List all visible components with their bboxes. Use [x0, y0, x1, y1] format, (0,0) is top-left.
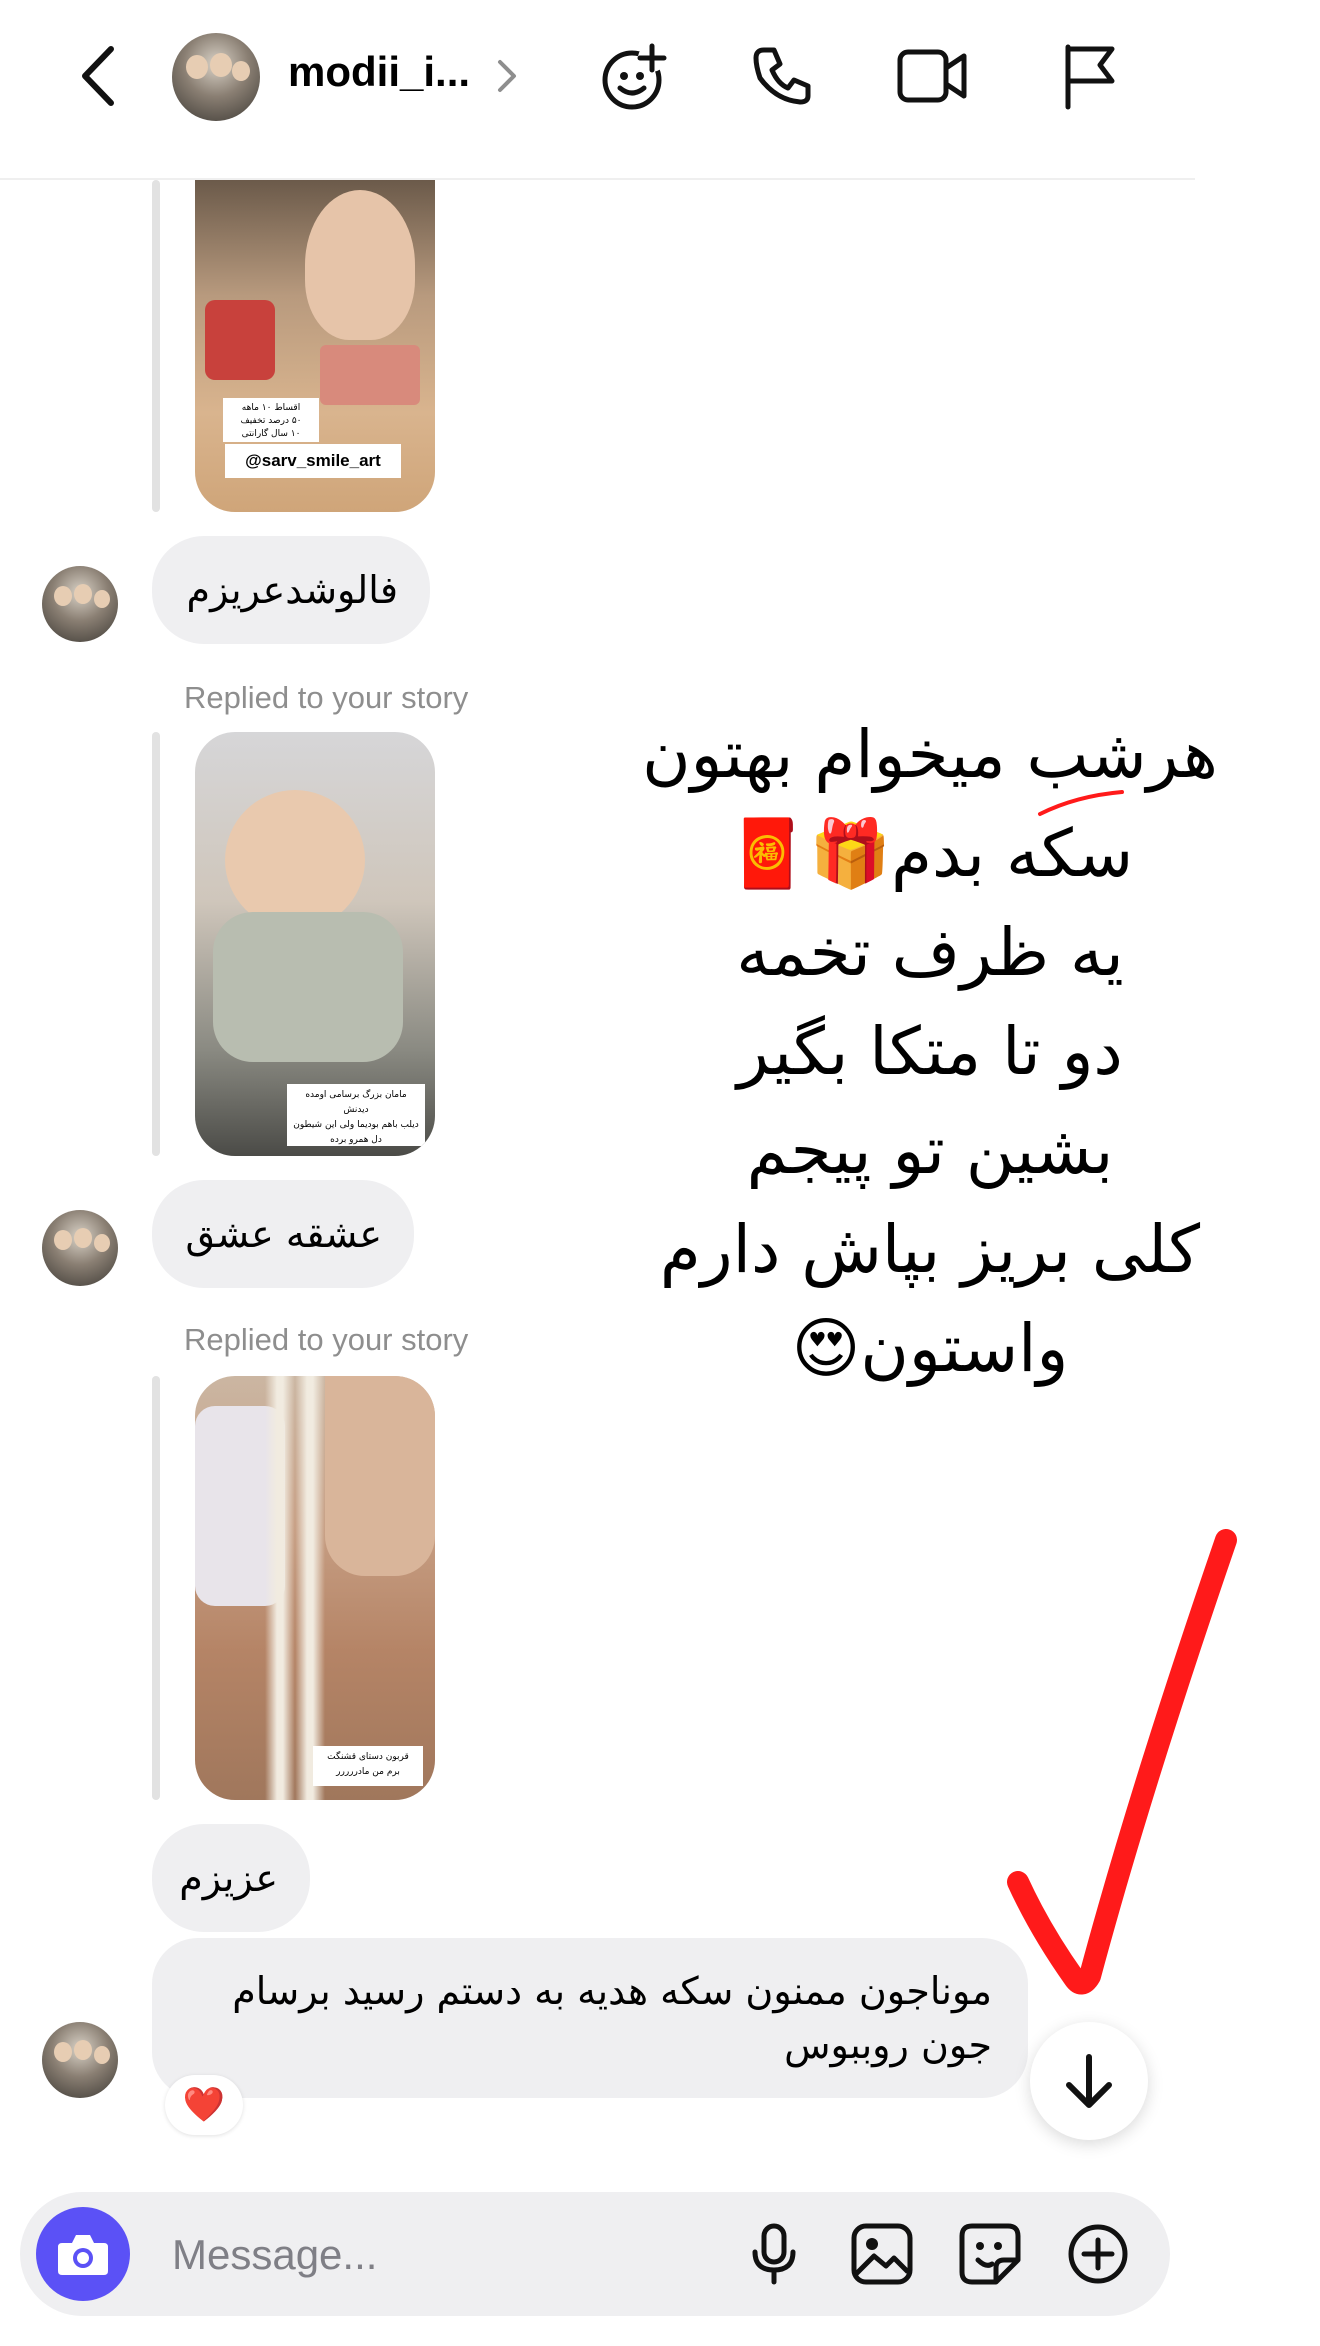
overlay-line: هرشب میخوام بهتون [642, 716, 1218, 793]
back-arrow-icon [82, 46, 114, 106]
sticker-icon [959, 2223, 1021, 2285]
replied-label: Replied to your story [184, 680, 469, 715]
caption-line: دیلب باهم بودیما ولی این شیطون [293, 1120, 419, 1130]
voice-call-button[interactable] [744, 38, 820, 114]
story-baby-face [225, 790, 365, 930]
chat-header: modii_i... [0, 0, 1195, 180]
arrow-down-icon [1066, 2054, 1112, 2108]
overlay-line: یه ظرف تخمه [736, 914, 1124, 991]
story-reply-line [152, 1376, 160, 1800]
story-reply-line [152, 732, 160, 1156]
sticker-button[interactable] [954, 2218, 1026, 2290]
phone-icon [753, 47, 811, 105]
story-inset-image [320, 345, 420, 405]
caption-line: مامان بزرگ برسامی اومده دیدنش [305, 1090, 407, 1115]
message-bubble[interactable]: عزیزم [152, 1824, 310, 1932]
story-thumbnail[interactable]: مامان بزرگ برسامی اومده دیدنش دیلب باهم … [195, 732, 435, 1156]
sender-avatar[interactable] [42, 2022, 118, 2098]
overlay-line: کلی بریز بپاش دارم [659, 1211, 1201, 1288]
caption-line: دل همرو برده [330, 1135, 382, 1145]
story-body-shape [213, 912, 403, 1062]
avatar[interactable] [172, 33, 260, 121]
voice-message-button[interactable] [738, 2218, 810, 2290]
flag-icon [1065, 44, 1115, 110]
message-bubble[interactable]: فالوشدعریزم [152, 536, 430, 644]
gallery-icon [851, 2223, 913, 2285]
overlay-line: واستون😍 [791, 1310, 1069, 1387]
message-composer [20, 2192, 1170, 2316]
sender-avatar[interactable] [42, 566, 118, 642]
report-button[interactable] [1050, 38, 1126, 114]
story-caption: اقساط ۱۰ ماهه ۵۰ درصد تخفیف ۱۰ سال گاران… [223, 398, 319, 442]
effects-button[interactable] [598, 38, 674, 114]
story-reply-line [152, 180, 160, 512]
story-face-shape [305, 190, 415, 340]
camera-button[interactable] [36, 2207, 130, 2301]
overlay-text: هرشب میخوام بهتون سکه بدم🎁🧧 یه ظرف تخمه … [590, 705, 1270, 1398]
story-thumbnail[interactable]: قربون دستای قشنگت برم من مادررررر [195, 1376, 435, 1800]
story-thumbnail[interactable]: اقساط ۱۰ ماهه ۵۰ درصد تخفیف ۱۰ سال گاران… [195, 180, 435, 512]
message-bubble[interactable]: عشقه عشق [152, 1180, 414, 1288]
microphone-icon [752, 2223, 796, 2285]
story-mention-tag: @sarv_smile_art [225, 444, 401, 478]
caption-line: ۱۰ سال گارانتی [241, 429, 301, 439]
story-rope-shape [265, 1376, 325, 1800]
sender-avatar[interactable] [42, 1210, 118, 1286]
gallery-button[interactable] [846, 2218, 918, 2290]
video-call-button[interactable] [894, 38, 970, 114]
video-camera-icon [897, 49, 967, 103]
caption-line: اقساط ۱۰ ماهه [241, 403, 301, 413]
effects-face-icon [602, 43, 667, 110]
overlay-line: سکه بدم🎁🧧 [726, 815, 1134, 892]
caption-line: برم من مادررررر [336, 1767, 400, 1777]
strike-mark-icon [1038, 790, 1124, 816]
overlay-line: بشین تو پیجم [746, 1112, 1114, 1189]
back-button[interactable] [62, 38, 132, 114]
replied-label: Replied to your story [184, 1322, 469, 1357]
story-baby-face [325, 1376, 435, 1576]
overlay-line: دو تا متکا بگیر [737, 1013, 1123, 1090]
message-bubble[interactable]: موناجون ممنون سکه هدیه به دستم رسید برسا… [152, 1938, 1028, 2098]
chevron-right-icon[interactable] [494, 56, 518, 100]
plus-circle-icon [1068, 2224, 1128, 2284]
story-inset-image [205, 300, 275, 380]
scroll-to-bottom-button[interactable] [1030, 2022, 1148, 2140]
message-input[interactable] [170, 2222, 734, 2288]
checkmark-icon [1007, 1529, 1237, 1995]
story-caption: قربون دستای قشنگت برم من مادررررر [313, 1746, 423, 1786]
caption-line: قربون دستای قشنگت [327, 1752, 409, 1762]
more-options-button[interactable] [1062, 2218, 1134, 2290]
story-caption: مامان بزرگ برسامی اومده دیدنش دیلب باهم … [287, 1084, 425, 1146]
username[interactable]: modii_i... [288, 48, 470, 96]
camera-icon [58, 2235, 108, 2275]
caption-line: ۵۰ درصد تخفیف [240, 416, 302, 426]
heart-reaction[interactable]: ❤️ [165, 2075, 243, 2135]
